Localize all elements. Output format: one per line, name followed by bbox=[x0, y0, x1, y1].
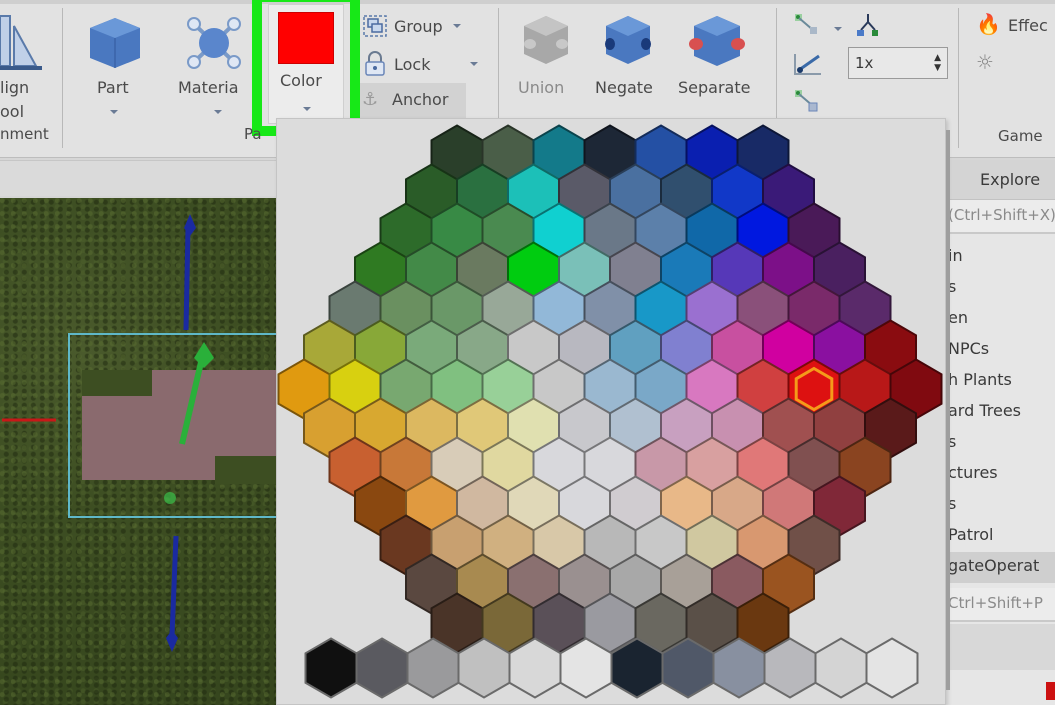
gray-swatch[interactable] bbox=[304, 637, 358, 699]
gray-swatch[interactable] bbox=[355, 637, 409, 699]
gray-swatch[interactable] bbox=[865, 637, 919, 699]
color-honeycomb bbox=[277, 124, 943, 699]
gray-swatch[interactable] bbox=[814, 637, 868, 699]
